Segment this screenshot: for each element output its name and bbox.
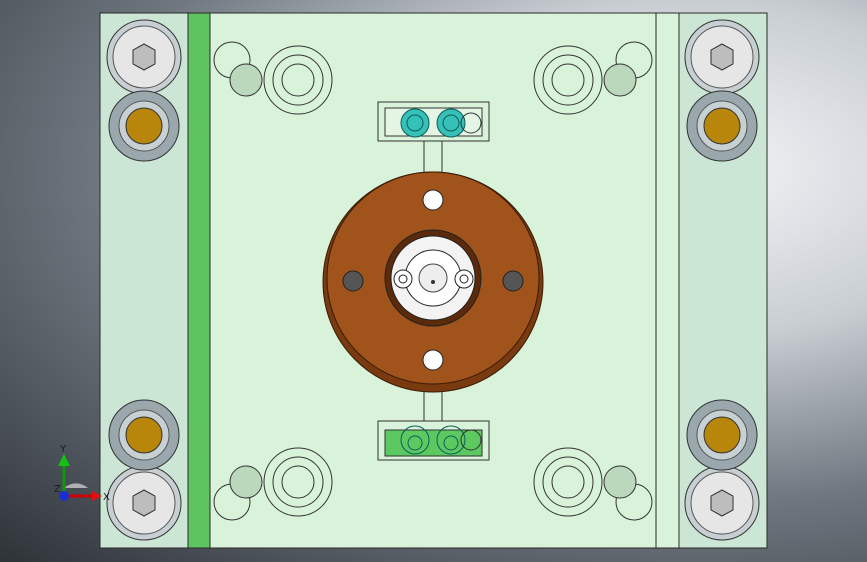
axis-triad: Y X Z (54, 444, 110, 503)
bushing-bottom-left[interactable] (108, 399, 180, 471)
locating-ring[interactable] (322, 171, 544, 393)
y-axis-arrowhead (58, 454, 70, 466)
screw-bottom-left[interactable] (106, 465, 182, 541)
z-axis-label: Z (54, 484, 61, 495)
screw-bottom-right[interactable] (684, 465, 760, 541)
x-axis-label: X (103, 492, 110, 503)
bushing-bottom-right[interactable] (686, 399, 758, 471)
bushing-top-left[interactable] (108, 90, 180, 162)
left-green-strip (187, 12, 211, 549)
screw-top-right[interactable] (684, 19, 760, 95)
y-axis-label: Y (59, 444, 67, 455)
cad-viewport[interactable] (0, 0, 867, 562)
screw-top-left[interactable] (106, 19, 182, 95)
triad-plane (64, 483, 88, 488)
x-axis-arrowhead (92, 491, 102, 501)
bushing-top-right[interactable] (686, 90, 758, 162)
